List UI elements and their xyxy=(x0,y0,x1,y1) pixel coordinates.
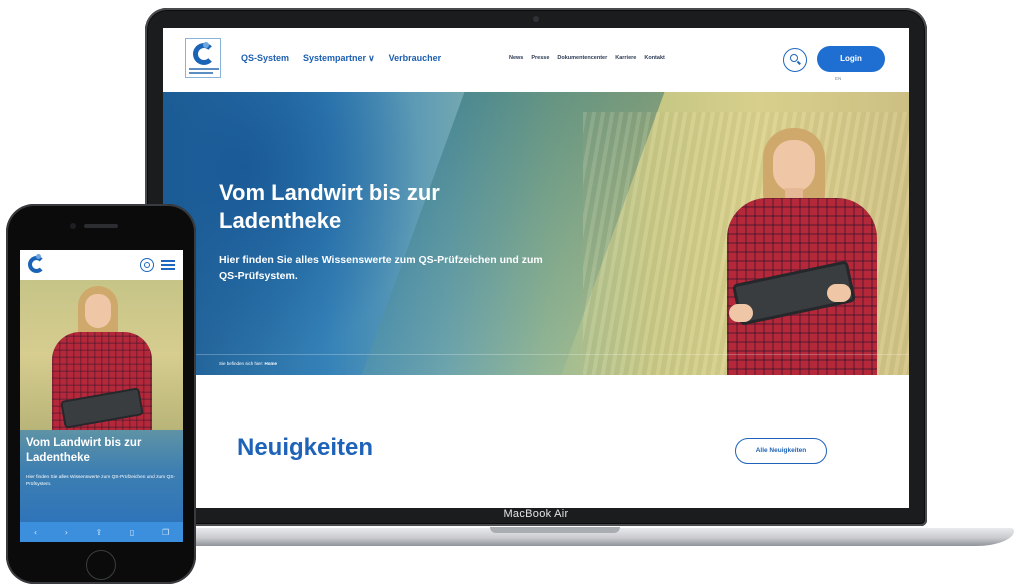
search-button[interactable] xyxy=(783,48,807,72)
hamburger-menu-icon[interactable] xyxy=(161,260,175,270)
farmer-woman-image xyxy=(42,286,162,430)
bookmarks-icon[interactable]: ▯ xyxy=(130,528,134,537)
site-header: QS-System Systempartner ∨ Verbraucher New… xyxy=(163,28,909,92)
hero-subtitle: Hier finden Sie alles Wissenswerte zum Q… xyxy=(219,254,543,282)
logo-text-line xyxy=(189,72,213,74)
nav-item-label: Systempartner xyxy=(303,53,367,63)
logo-text-line xyxy=(189,68,219,70)
phone-frame: Vom Landwirt bis zur Ladentheke Hier fin… xyxy=(6,204,196,584)
mobile-hero-title: Vom Landwirt bis zur Ladentheke xyxy=(26,437,142,464)
search-icon[interactable] xyxy=(140,258,154,272)
logo-dot-icon xyxy=(203,42,209,48)
camera-icon xyxy=(70,223,76,229)
news-heading: Neuigkeiten xyxy=(237,434,374,461)
hero-title: Vom Landwirt bis zur Ladentheke xyxy=(219,180,440,233)
mobile-hero-image xyxy=(20,280,183,430)
login-button[interactable]: Login xyxy=(817,46,885,72)
face xyxy=(773,140,815,192)
nav-item-qs-system[interactable]: QS-System xyxy=(241,53,289,64)
meta-nav: News Presse Dokumentencenter Karriere Ko… xyxy=(509,55,665,61)
hand xyxy=(729,304,753,322)
logo-dot-icon xyxy=(36,254,41,259)
nav-item-verbraucher[interactable]: Verbraucher xyxy=(389,53,442,64)
main-nav: QS-System Systempartner ∨ Verbraucher xyxy=(241,53,441,64)
mobile-header xyxy=(20,250,183,280)
share-icon[interactable]: ⇪ xyxy=(96,528,103,537)
laptop-screen: QS-System Systempartner ∨ Verbraucher New… xyxy=(163,28,909,508)
nav-item-systempartner[interactable]: Systempartner ∨ xyxy=(303,53,375,64)
phone-screen: Vom Landwirt bis zur Ladentheke Hier fin… xyxy=(20,250,183,542)
meta-nav-kontakt[interactable]: Kontakt xyxy=(644,55,664,61)
language-switch[interactable]: EN xyxy=(835,76,841,81)
back-icon[interactable]: ‹ xyxy=(34,528,37,537)
forward-icon[interactable]: › xyxy=(65,528,68,537)
farmer-woman-image xyxy=(723,128,903,375)
hand xyxy=(827,284,851,302)
all-news-button[interactable]: Alle Neuigkeiten xyxy=(735,438,827,464)
laptop-frame: QS-System Systempartner ∨ Verbraucher New… xyxy=(145,8,927,526)
laptop-notch xyxy=(490,527,620,533)
camera-icon xyxy=(533,16,539,22)
search-icon-handle xyxy=(797,60,801,65)
tabs-icon[interactable]: ❐ xyxy=(162,528,169,537)
browser-toolbar: ‹ › ⇪ ▯ ❐ xyxy=(20,522,183,542)
breadcrumb: Sie befinden sich hier: Home xyxy=(219,361,277,366)
breadcrumb-home[interactable]: Home xyxy=(265,361,278,366)
device-label: MacBook Air xyxy=(503,508,569,520)
divider xyxy=(163,354,909,355)
face xyxy=(85,294,111,328)
breadcrumb-prefix: Sie befinden sich hier: xyxy=(219,361,264,366)
home-button[interactable] xyxy=(86,550,116,580)
mobile-hero-subtitle: Hier finden Sie alles Wissenswerte zum Q… xyxy=(26,475,176,487)
meta-nav-karriere[interactable]: Karriere xyxy=(615,55,636,61)
qs-logo[interactable] xyxy=(185,38,221,78)
chevron-down-icon: ∨ xyxy=(368,53,375,63)
meta-nav-presse[interactable]: Presse xyxy=(531,55,549,61)
meta-nav-news[interactable]: News xyxy=(509,55,523,61)
hero-banner: Vom Landwirt bis zur Ladentheke Hier fin… xyxy=(163,92,909,375)
meta-nav-dokumentencenter[interactable]: Dokumentencenter xyxy=(557,55,607,61)
speaker xyxy=(84,224,118,228)
